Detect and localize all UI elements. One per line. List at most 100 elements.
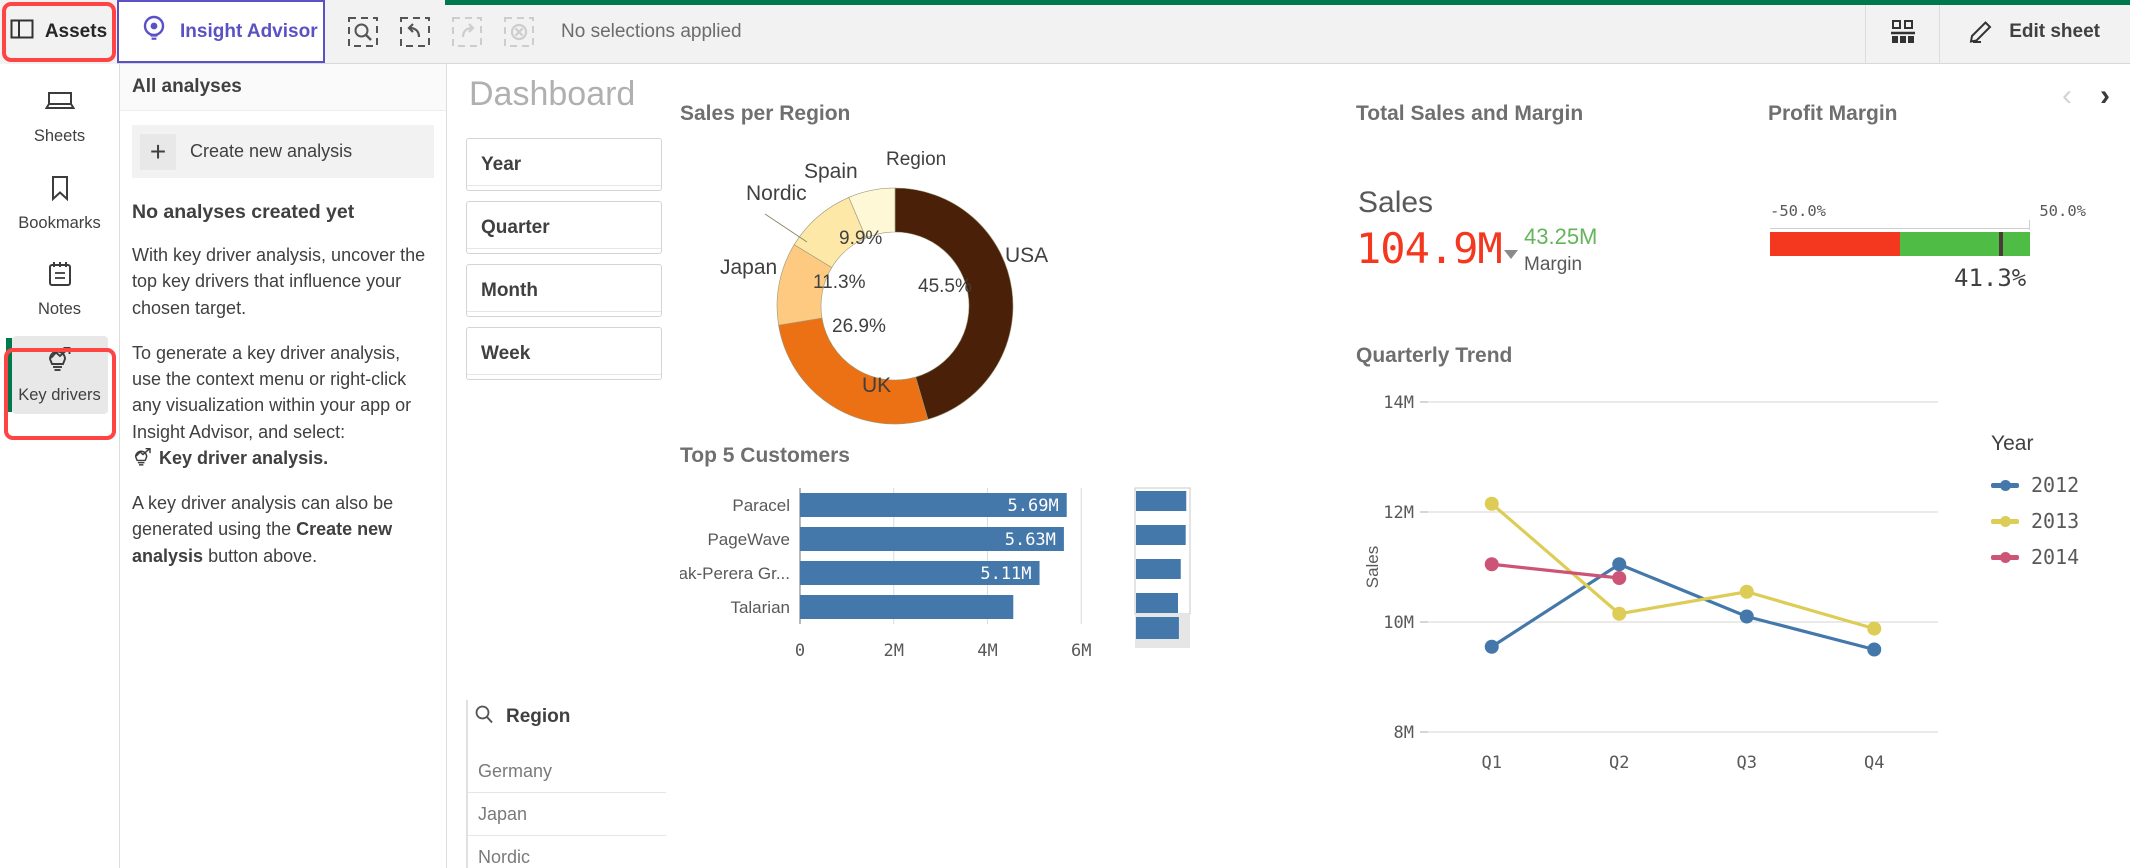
sheet-grid-button[interactable] xyxy=(1865,0,1939,64)
top-toolbar: Assets Insight Advisor No selections app… xyxy=(0,0,2130,64)
step-forward-button xyxy=(443,8,491,56)
legend-swatch-2012 xyxy=(1991,479,2019,491)
toolbar-right-group: Edit sheet xyxy=(1865,0,2130,64)
insight-advisor-icon xyxy=(141,15,167,48)
sidebar-item-bookmarks[interactable]: Bookmarks xyxy=(12,164,108,242)
create-new-analysis-button[interactable]: + Create new analysis xyxy=(132,125,434,178)
chart-title: Profit Margin xyxy=(1768,102,1898,125)
kpi-measure-label: Sales xyxy=(1358,186,1434,219)
region-filter-pane: Region Germany Japan Nordic xyxy=(466,700,666,868)
gauge-min-label: -50.0% xyxy=(1770,202,1826,220)
no-analyses-title: No analyses created yet xyxy=(132,201,355,223)
svg-text:5.63M: 5.63M xyxy=(1005,530,1056,550)
filter-quarter[interactable]: Quarter xyxy=(466,201,662,254)
quarterly-trend-chart[interactable]: Quarterly Trend 8M 10M 12M 14M Sales Q1 Q2 Q3 Q4… xyxy=(1356,344,2116,864)
svg-text:Q3: Q3 xyxy=(1737,753,1757,773)
profit-margin-gauge[interactable]: Profit Margin -50.0% 50.0% 41.3% xyxy=(1768,102,2108,332)
legend-item[interactable]: 2014 xyxy=(1991,545,2079,569)
sidebar-item-label: Key drivers xyxy=(18,385,101,404)
filter-month[interactable]: Month xyxy=(466,264,662,317)
list-item[interactable]: Nordic xyxy=(466,836,666,868)
svg-text:Sales: Sales xyxy=(1363,546,1382,589)
donut-label-spain: Spain xyxy=(804,160,858,183)
no-selections-label: No selections applied xyxy=(561,20,742,42)
chart-title: Total Sales and Margin xyxy=(1356,102,1584,125)
analyses-paragraph-2: To generate a key driver analysis, use t… xyxy=(132,340,434,471)
qlik-sense-app: Assets Insight Advisor No selections app… xyxy=(0,0,2130,868)
legend-item[interactable]: 2013 xyxy=(1991,509,2079,533)
donut-plot-area: Region USA UK Japan Nordic Spain 45.5% 2… xyxy=(680,126,1220,426)
edit-sheet-button[interactable]: Edit sheet xyxy=(1939,0,2130,64)
legend-label: 2013 xyxy=(2031,509,2080,533)
kpi-trend-caret-icon xyxy=(1504,250,1518,259)
svg-text:4M: 4M xyxy=(977,641,997,661)
filter-week[interactable]: Week xyxy=(466,327,662,380)
insight-advisor-tab[interactable]: Insight Advisor xyxy=(117,0,325,63)
bookmark-icon xyxy=(48,174,72,207)
region-value-list: Germany Japan Nordic xyxy=(466,750,666,868)
search-icon[interactable] xyxy=(474,704,494,730)
list-item[interactable]: Japan xyxy=(466,793,666,836)
key-driver-analysis-bold: Key driver analysis. xyxy=(159,447,329,468)
legend-swatch-2014 xyxy=(1991,551,2019,563)
line-chart-legend: Year 2012 2013 2014 xyxy=(1991,432,2079,581)
analyses-paragraph-3: A key driver analysis can also be genera… xyxy=(132,490,434,569)
sidebar-item-label: Notes xyxy=(37,299,82,318)
svg-text:Deak-Perera Gr...: Deak-Perera Gr... xyxy=(680,564,790,583)
gauge-track-tick xyxy=(2029,220,2030,230)
assets-label: Assets xyxy=(44,21,108,42)
gauge-segment-negative xyxy=(1770,232,1900,256)
region-filter-header[interactable]: Region xyxy=(466,700,666,734)
gauge-segment-positive xyxy=(1900,232,2030,256)
chart-title: Top 5 Customers xyxy=(680,444,850,467)
insight-advisor-label: Insight Advisor xyxy=(180,20,318,42)
gauge-track-line xyxy=(1770,228,2030,229)
gauge-value-label: 41.3% xyxy=(1954,264,2027,292)
svg-text:Q2: Q2 xyxy=(1609,753,1629,773)
svg-text:2M: 2M xyxy=(884,641,904,661)
chart-title: Sales per Region xyxy=(680,102,851,125)
legend-item[interactable]: 2012 xyxy=(1991,473,2079,497)
donut-dimension-label: Region xyxy=(886,149,947,170)
sales-per-region-chart[interactable]: Sales per Region Region USA UK Japan Nor… xyxy=(680,102,1220,442)
sidebar-item-sheets[interactable]: Sheets xyxy=(12,78,108,156)
svg-text:6M: 6M xyxy=(1071,641,1091,661)
svg-text:5.11M: 5.11M xyxy=(980,564,1031,584)
sidebar-item-notes[interactable]: Notes xyxy=(12,250,108,328)
analyses-paragraph-2-text: To generate a key driver analysis, use t… xyxy=(132,342,412,442)
svg-text:14M: 14M xyxy=(1383,393,1414,413)
top-accent-bar xyxy=(445,0,2130,5)
top-5-customers-chart[interactable]: Top 5 Customers 0 2M 4M 6M Paracel 5.69M PageW… xyxy=(657,444,1240,704)
gauge-needle xyxy=(1998,232,2003,256)
notes-icon xyxy=(47,260,73,293)
svg-text:0: 0 xyxy=(795,641,805,661)
key-drivers-icon xyxy=(45,346,75,379)
all-analyses-header: All analyses xyxy=(120,64,446,111)
selections-search-button[interactable] xyxy=(339,8,387,56)
all-analyses-body: + Create new analysis No analyses create… xyxy=(120,111,446,569)
donut-pct-usa: 45.5% xyxy=(918,276,972,297)
region-filter-title: Region xyxy=(506,706,571,727)
key-drivers-inline-icon xyxy=(132,447,154,468)
legend-label: 2012 xyxy=(2031,473,2080,497)
sidebar-item-label: Sheets xyxy=(33,126,86,145)
kpi-secondary-value: 43.25M xyxy=(1524,224,1598,249)
create-new-analysis-label: Create new analysis xyxy=(190,141,353,161)
kpi-secondary-label: Margin xyxy=(1524,254,1583,275)
donut-label-usa: USA xyxy=(1005,244,1049,267)
donut-pct-japan: 11.3% xyxy=(813,272,866,293)
total-sales-and-margin-kpi[interactable]: Total Sales and Margin Sales 104.9M 43.2… xyxy=(1356,102,1746,332)
svg-text:Talarian: Talarian xyxy=(730,598,790,617)
analyses-paragraph-3-post: button above. xyxy=(203,545,318,566)
left-rail: Sheets Bookmarks Notes Key drivers xyxy=(0,64,120,868)
sidebar-item-key-drivers[interactable]: Key drivers xyxy=(5,336,108,414)
list-item[interactable]: Germany xyxy=(466,750,666,793)
donut-label-japan: Japan xyxy=(720,256,778,279)
step-back-button[interactable] xyxy=(391,8,439,56)
assets-button[interactable]: Assets xyxy=(0,0,117,64)
bar-plot-area: 0 2M 4M 6M Paracel 5.69M PageWave 5.63M Deak-Per… xyxy=(657,482,1240,692)
donut-label-uk: UK xyxy=(862,374,892,397)
donut-pct-uk: 26.9% xyxy=(832,316,886,337)
filter-year[interactable]: Year xyxy=(466,138,662,191)
